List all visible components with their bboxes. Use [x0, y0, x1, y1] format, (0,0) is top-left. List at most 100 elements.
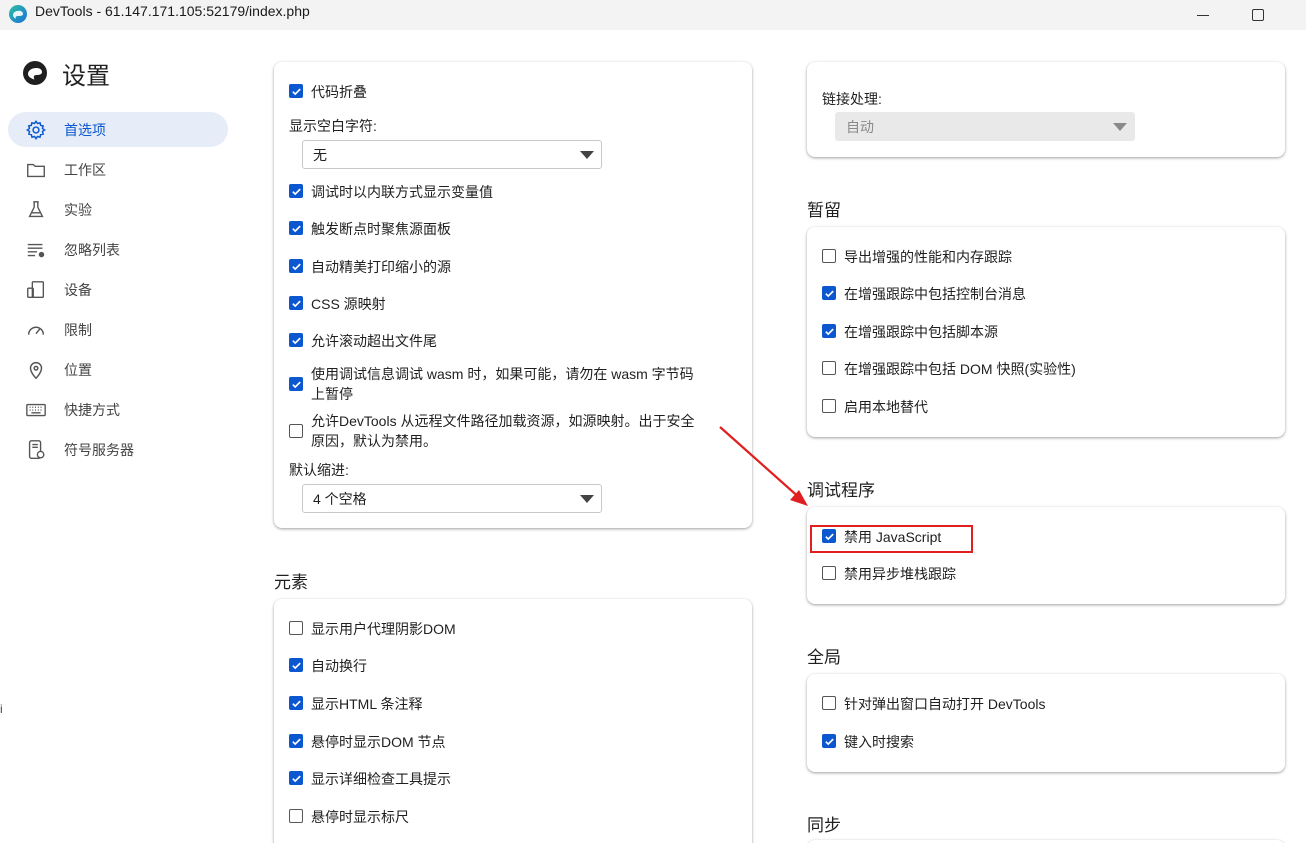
checkbox-unchecked[interactable] — [822, 361, 836, 375]
sidebar-item-label: 符号服务器 — [64, 441, 134, 458]
sidebar-item-symbol-servers[interactable]: 符号服务器 — [8, 432, 228, 467]
devtools-logo-icon — [23, 61, 47, 85]
checkbox-checked[interactable] — [289, 296, 303, 310]
checkbox-checked[interactable] — [289, 84, 303, 98]
location-pin-icon — [24, 358, 48, 382]
checkbox-label: 自动换行 — [311, 658, 367, 674]
flask-icon — [24, 198, 48, 222]
pretty-print-checkbox-row[interactable]: 自动精美打印缩小的源 — [289, 257, 451, 277]
sidebar-item-workspace[interactable]: 工作区 — [8, 152, 228, 187]
indent-label: 默认缩进: — [289, 462, 349, 478]
link-handling-card — [807, 62, 1285, 157]
elements-checkbox-row[interactable]: 显示详细检查工具提示 — [289, 769, 451, 789]
symbol-server-icon — [24, 438, 48, 462]
maximize-icon — [1252, 9, 1264, 21]
link-handling-select[interactable]: 自动 — [835, 112, 1135, 141]
checkbox-label: 显示用户代理阴影DOM — [311, 621, 456, 637]
checkbox-unchecked[interactable] — [822, 249, 836, 263]
select-value: 自动 — [846, 118, 874, 135]
checkbox-checked[interactable] — [289, 658, 303, 672]
persistence-section-title: 暂留 — [807, 201, 841, 220]
global-checkbox-row[interactable]: 键入时搜索 — [822, 732, 914, 752]
window-title: DevTools - 61.147.171.105:52179/index.ph… — [35, 3, 310, 19]
inline-values-checkbox-row[interactable]: 调试时以内联方式显示变量值 — [289, 182, 493, 202]
checkbox-checked[interactable] — [822, 324, 836, 338]
minimize-icon — [1197, 14, 1209, 16]
sidebar-item-throttling[interactable]: 限制 — [8, 312, 228, 347]
checkbox-checked[interactable] — [289, 259, 303, 273]
checkbox-label: 触发断点时聚焦源面板 — [311, 221, 451, 237]
checkbox-label: 悬停时显示DOM 节点 — [311, 734, 446, 750]
checkbox-unchecked[interactable] — [289, 621, 303, 635]
checkbox-label: 悬停时显示标尺 — [311, 809, 409, 825]
checkbox-unchecked[interactable] — [822, 566, 836, 580]
checkbox-label: 允许DevTools 从远程文件路径加载资源，如源映射。出于安全 原因，默认为禁… — [311, 411, 694, 451]
minimize-button[interactable] — [1180, 0, 1226, 30]
sidebar-item-experiments[interactable]: 实验 — [8, 192, 228, 227]
link-handling-label: 链接处理: — [822, 91, 882, 107]
checkbox-unchecked[interactable] — [289, 424, 303, 438]
global-checkbox-row[interactable]: 针对弹出窗口自动打开 DevTools — [822, 694, 1045, 714]
checkbox-label: 键入时搜索 — [844, 734, 914, 750]
css-sourcemaps-checkbox-row[interactable]: CSS 源映射 — [289, 294, 386, 314]
sidebar-item-ignore-list[interactable]: 忽略列表 — [8, 232, 228, 267]
scroll-past-end-checkbox-row[interactable]: 允许滚动超出文件尾 — [289, 331, 437, 351]
elements-checkbox-row[interactable]: 自动换行 — [289, 656, 367, 676]
sidebar-item-preferences[interactable]: 首选项 — [8, 112, 228, 147]
throttle-gauge-icon — [24, 318, 48, 342]
sidebar-item-locations[interactable]: 位置 — [8, 352, 228, 387]
persistence-checkbox-row[interactable]: 在增强跟踪中包括 DOM 快照(实验性) — [822, 359, 1076, 379]
sync-section-title: 同步 — [807, 816, 841, 835]
checkbox-label: 在增强跟踪中包括脚本源 — [844, 324, 998, 340]
elements-checkbox-row[interactable]: 显示HTML 条注释 — [289, 694, 422, 714]
checkbox-unchecked[interactable] — [289, 809, 303, 823]
checkbox-checked[interactable] — [289, 771, 303, 785]
edge-glyph: i — [0, 702, 3, 716]
persistence-checkbox-row[interactable]: 启用本地替代 — [822, 397, 928, 417]
checkbox-label-line: 使用调试信息调试 wasm 时，如果可能，请勿在 wasm 字节码 — [311, 366, 694, 382]
persistence-checkbox-row[interactable]: 导出增强的性能和内存跟踪 — [822, 247, 1012, 267]
checkbox-label: 使用调试信息调试 wasm 时，如果可能，请勿在 wasm 字节码 上暂停 — [311, 364, 694, 404]
sidebar-item-label: 设备 — [64, 281, 92, 298]
elements-checkbox-row[interactable]: 显示用户代理阴影DOM — [289, 619, 456, 639]
sidebar-item-label: 快捷方式 — [64, 401, 120, 418]
checkbox-unchecked[interactable] — [822, 399, 836, 413]
checkbox-label: 显示HTML 条注释 — [311, 696, 423, 712]
checkbox-checked[interactable] — [289, 184, 303, 198]
maximize-button[interactable] — [1235, 0, 1281, 30]
window-titlebar: DevTools - 61.147.171.105:52179/index.ph… — [0, 0, 1306, 30]
sidebar-item-shortcuts[interactable]: 快捷方式 — [8, 392, 228, 427]
indent-select[interactable]: 4 个空格 — [302, 484, 602, 513]
checkbox-checked[interactable] — [289, 221, 303, 235]
checkbox-label: CSS 源映射 — [311, 296, 386, 312]
select-value: 4 个空格 — [313, 490, 367, 507]
checkbox-checked[interactable] — [822, 286, 836, 300]
remote-load-checkbox-row[interactable]: 允许DevTools 从远程文件路径加载资源，如源映射。出于安全 原因，默认为禁… — [289, 411, 729, 451]
checkbox-checked[interactable] — [289, 696, 303, 710]
elements-checkbox-row[interactable]: 悬停时显示标尺 — [289, 807, 409, 827]
checkbox-checked[interactable] — [289, 333, 303, 347]
global-settings-card — [807, 674, 1285, 772]
checkbox-checked[interactable] — [822, 734, 836, 748]
checkbox-label: 针对弹出窗口自动打开 DevTools — [844, 696, 1046, 712]
checkbox-label: 导出增强的性能和内存跟踪 — [844, 249, 1012, 265]
checkbox-label: 调试时以内联方式显示变量值 — [311, 184, 493, 200]
whitespace-label: 显示空白字符: — [289, 118, 377, 134]
keyboard-icon — [24, 398, 48, 422]
checkbox-checked[interactable] — [289, 377, 303, 391]
focus-sources-checkbox-row[interactable]: 触发断点时聚焦源面板 — [289, 219, 451, 239]
sidebar-item-label: 工作区 — [64, 161, 106, 178]
code-folding-checkbox-row[interactable]: 代码折叠 — [289, 82, 367, 102]
sidebar-item-devices[interactable]: 设备 — [8, 272, 228, 307]
disable-async-stack-checkbox-row[interactable]: 禁用异步堆栈跟踪 — [822, 564, 956, 584]
persistence-checkbox-row[interactable]: 在增强跟踪中包括控制台消息 — [822, 284, 1026, 304]
settings-heading: 设置 — [62, 62, 110, 90]
ignore-list-icon — [24, 238, 48, 262]
persistence-checkbox-row[interactable]: 在增强跟踪中包括脚本源 — [822, 322, 998, 342]
wasm-pause-checkbox-row[interactable]: 使用调试信息调试 wasm 时，如果可能，请勿在 wasm 字节码 上暂停 — [289, 364, 729, 404]
checkbox-unchecked[interactable] — [822, 696, 836, 710]
whitespace-select[interactable]: 无 — [302, 140, 602, 169]
elements-checkbox-row[interactable]: 悬停时显示DOM 节点 — [289, 732, 446, 752]
checkbox-checked[interactable] — [289, 734, 303, 748]
checkbox-label-line: 原因，默认为禁用。 — [311, 433, 437, 449]
